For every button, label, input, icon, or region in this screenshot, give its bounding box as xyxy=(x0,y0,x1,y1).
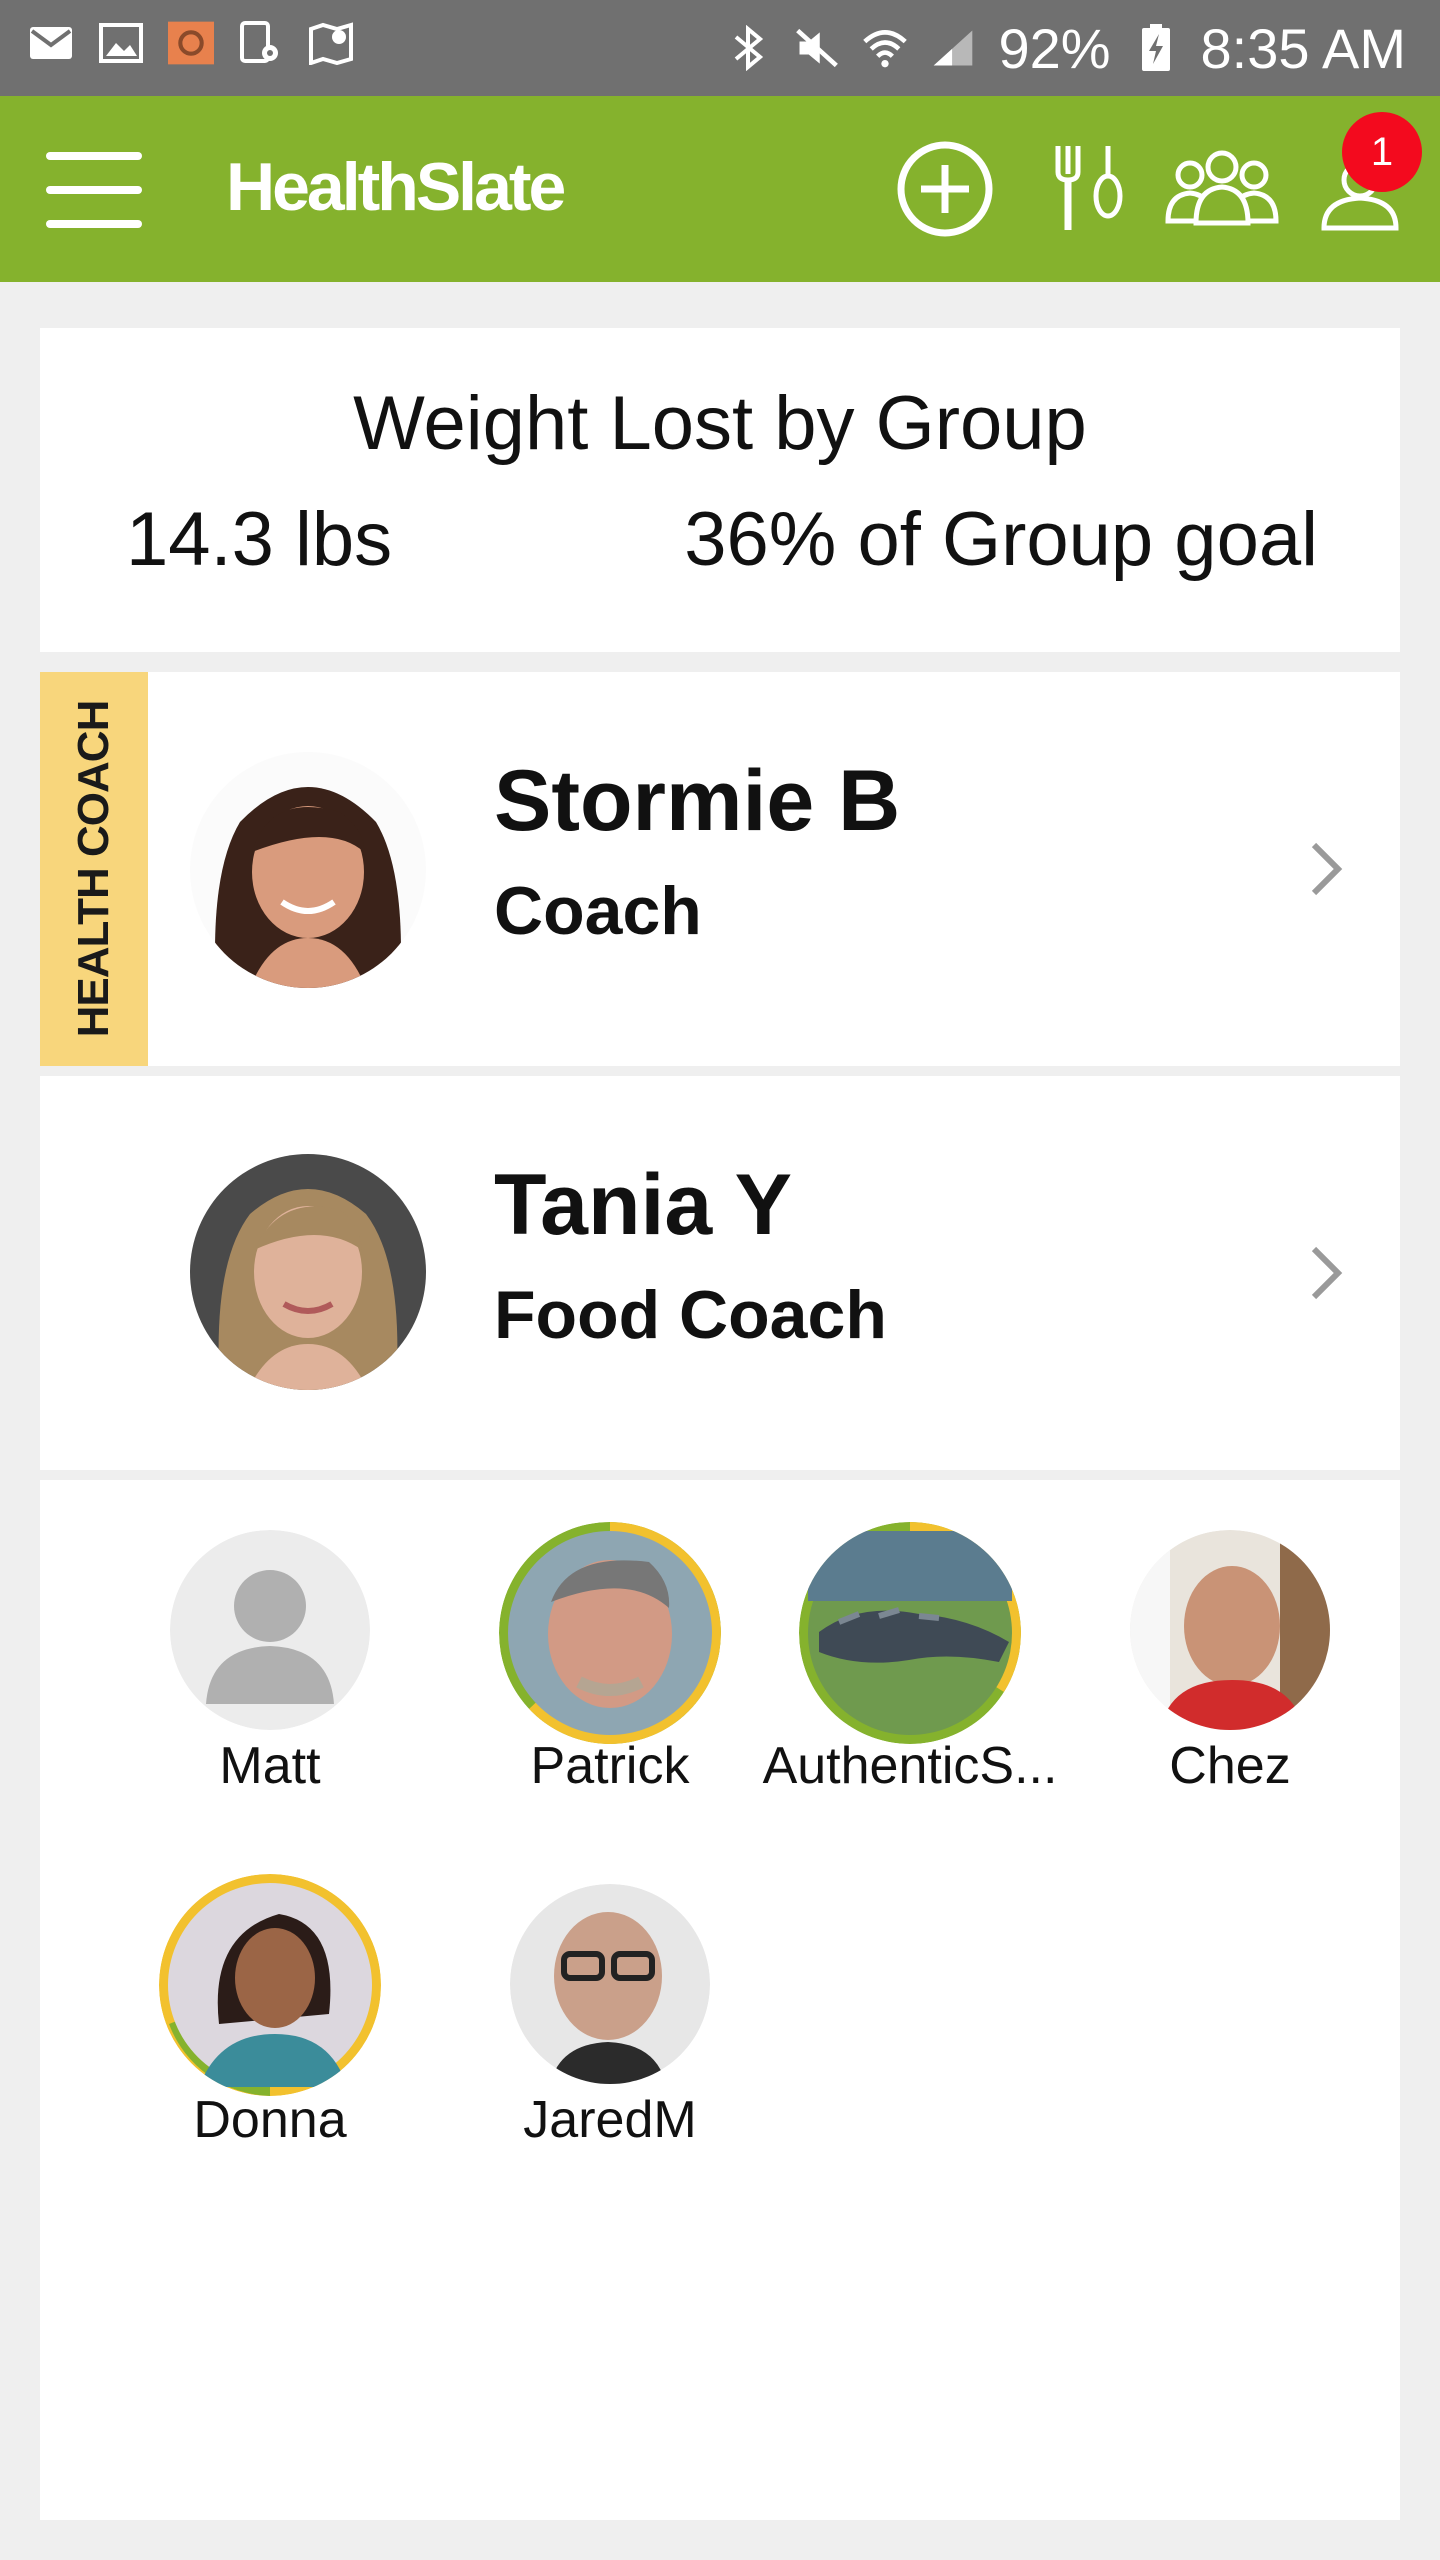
chevron-right-icon xyxy=(1311,842,1343,896)
chevron-right-icon xyxy=(1311,1246,1343,1300)
battery-charging-icon xyxy=(1133,24,1179,71)
member-avatar xyxy=(799,1522,1021,1744)
coach-role: Coach xyxy=(494,873,702,949)
member-avatar xyxy=(170,1530,370,1730)
member-patrick[interactable]: Patrick xyxy=(450,1522,770,1812)
member-name: AuthenticS... xyxy=(762,1737,1058,1795)
member-matt[interactable]: Matt xyxy=(110,1530,430,1810)
status-right: 92% 8:35 AM xyxy=(726,0,1406,96)
member-donna[interactable]: Donna xyxy=(110,1874,430,2164)
member-avatar xyxy=(510,1884,710,2084)
mail-icon xyxy=(28,20,74,66)
health-coach-tag-label: HEALTH COACH xyxy=(69,700,118,1038)
signal-icon xyxy=(930,25,976,71)
app-notification-icon xyxy=(168,20,214,66)
fork-spoon-icon xyxy=(1055,146,1123,230)
weight-summary-card: Weight Lost by Group 14.3 lbs 36% of Gro… xyxy=(40,328,1400,652)
group-goal-percent: 36% of Group goal xyxy=(684,497,1318,582)
coach-avatar xyxy=(190,752,426,988)
health-coach-tag: HEALTH COACH xyxy=(40,672,148,1066)
coach-name: Stormie B xyxy=(494,753,901,849)
member-name: Patrick xyxy=(530,1737,690,1795)
add-button[interactable] xyxy=(890,134,1000,244)
app-logo: HealthSlate xyxy=(226,149,566,225)
food-log-button[interactable] xyxy=(1050,134,1130,244)
member-jaredm[interactable]: JaredM xyxy=(450,1884,770,2164)
coach-name: Tania Y xyxy=(494,1157,792,1253)
groups-button[interactable] xyxy=(1160,134,1284,244)
member-name: Donna xyxy=(193,2091,347,2149)
member-name: Chez xyxy=(1169,1737,1291,1795)
clock: 8:35 AM xyxy=(1200,16,1406,80)
menu-icon xyxy=(46,152,142,160)
status-bar: 92% 8:35 AM xyxy=(0,0,1440,96)
coach-role: Food Coach xyxy=(494,1277,887,1353)
member-name: Matt xyxy=(219,1737,321,1795)
member-avatar xyxy=(499,1522,721,1744)
coach-card-stormie[interactable]: HEALTH COACH Stormie B Coach xyxy=(40,672,1400,1066)
app-header: HealthSlate 1 xyxy=(0,96,1440,282)
mute-icon xyxy=(794,25,840,71)
coach-card-tania[interactable]: Tania Y Food Coach xyxy=(40,1076,1400,1470)
member-chez[interactable]: Chez xyxy=(1070,1530,1390,1810)
notification-badge: 1 xyxy=(1342,112,1422,192)
map-icon xyxy=(308,20,354,66)
summary-title: Weight Lost by Group xyxy=(353,381,1087,466)
menu-button[interactable] xyxy=(46,152,142,228)
member-name: JaredM xyxy=(523,2091,697,2149)
group-members-card: Matt Patrick AuthenticS... Chez Donna Ja… xyxy=(40,1480,1400,2520)
battery-percent: 92% xyxy=(998,16,1111,80)
group-icon xyxy=(1165,150,1279,226)
bluetooth-icon xyxy=(726,25,772,71)
wifi-icon xyxy=(862,25,908,71)
member-authentics[interactable]: AuthenticS... xyxy=(750,1522,1070,1812)
member-avatar xyxy=(1130,1530,1330,1730)
coach-avatar xyxy=(190,1154,426,1390)
device-settings-icon xyxy=(238,20,284,66)
add-circle-icon xyxy=(897,141,993,237)
weight-lost-value: 14.3 lbs xyxy=(126,497,393,582)
status-left-icons xyxy=(28,20,354,66)
member-avatar xyxy=(159,1874,381,2096)
image-icon xyxy=(98,20,144,66)
